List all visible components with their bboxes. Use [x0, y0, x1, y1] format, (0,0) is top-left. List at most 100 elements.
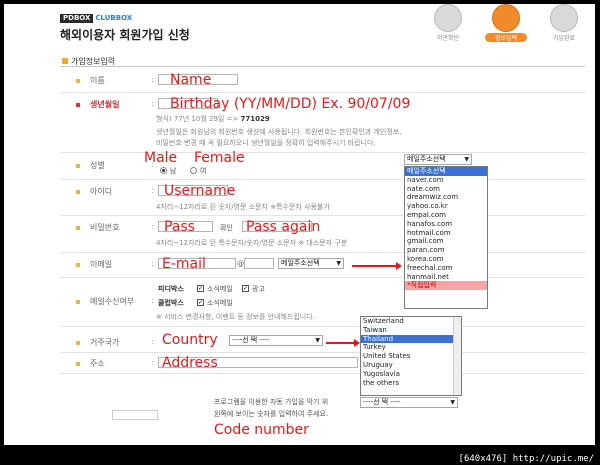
bullet-icon: [76, 190, 80, 194]
country_dropdown-option[interactable]: United States: [361, 352, 461, 361]
brand-logo: PDBOX CLUBBOX: [60, 14, 132, 23]
signup-steps: 약관확인 정보입력 가입완료: [427, 4, 592, 42]
pdbox-news-checkbox[interactable]: ✓: [197, 285, 204, 292]
email-domain-list[interactable]: 메일주소선택 naver.com nate.com dreamwiz.com yahoo…: [404, 166, 488, 309]
female-annotation: Female: [194, 150, 245, 166]
chevron-down-icon: ▼: [336, 260, 341, 267]
id-annotation: Username: [164, 183, 236, 199]
birthday-note-2: 비밀번호 변경 때 꼭 필요하오니 생년월일을 정확히 입력해주시기 바랍니다.: [156, 139, 376, 147]
email_dropdown-option[interactable]: freechal.com: [405, 264, 487, 273]
mail-receive-note: ※ 서비스 변경사항, 이벤트 등 정보를 안내해드립니다.: [156, 313, 315, 321]
country_dropdown-option[interactable]: Thailand: [361, 334, 461, 344]
birthday-note-1: 생년월일은 회원님의 회원번호 생성에 사용됩니다. 회원번호는 본인확인과 개…: [156, 128, 402, 136]
clubbox-mail-name: 클럽박스: [158, 299, 184, 307]
name-label: 이름: [90, 76, 105, 85]
page-title: 해외이용자 회원가입 신청: [60, 28, 190, 42]
email_dropdown-option[interactable]: hotmail.com: [405, 229, 487, 238]
password-confirm-annotation: Pass again: [246, 219, 321, 235]
email-annotation: E-mail: [162, 256, 206, 272]
step-terms: 약관확인: [427, 4, 469, 42]
image-host-footer: [640x476] http://upic.me/: [458, 454, 594, 464]
email_dropdown-option[interactable]: naver.com: [405, 176, 487, 185]
male-radio[interactable]: [160, 167, 167, 174]
pdbox-mail-name: 피디박스: [158, 285, 184, 293]
arrow-annotation: [352, 262, 402, 270]
password-annotation: Pass: [164, 219, 195, 235]
captcha-image: [112, 410, 158, 420]
email_dropdown-option[interactable]: hanafos.com: [405, 220, 487, 229]
clubbox-news-label: 소식메일: [207, 299, 233, 307]
code-note-2: 왼쪽에 보이는 숫자를 입력하여 주세요.: [214, 410, 329, 418]
step-info: 정보입력: [485, 4, 527, 42]
clubbox-logo: CLUBBOX: [95, 14, 133, 22]
scrollbar[interactable]: [453, 317, 461, 395]
email_dropdown-option[interactable]: paran.com: [405, 246, 487, 255]
country_dropdown-option[interactable]: the others: [361, 379, 461, 388]
birthday-annotation: Birthday (YY/MM/DD) Ex. 90/07/09: [170, 96, 411, 112]
country_dropdown-option[interactable]: Taiwan: [361, 326, 461, 335]
pdbox-ad-label: 광고: [252, 285, 265, 293]
chevron-down-icon: ▼: [464, 156, 469, 163]
bullet-icon: [76, 300, 80, 304]
arrow-annotation: [326, 339, 360, 347]
address-label: 주소: [90, 359, 105, 368]
code-note-1: 프로그램을 이용한 자동 가입을 막기 위: [214, 398, 329, 406]
code-annotation: Code number: [214, 422, 309, 438]
section-bullet-icon: [62, 58, 68, 64]
id-label: 아이디: [90, 187, 113, 196]
code-select[interactable]: ----선 택 ---- ▼: [360, 397, 458, 408]
email_dropdown-option[interactable]: korea.com: [405, 255, 487, 264]
document-icon: [434, 4, 462, 32]
email_dropdown-option[interactable]: empal.com: [405, 211, 487, 220]
male-annotation: Male: [144, 150, 178, 166]
email-label: 이메일: [90, 260, 113, 269]
country_dropdown-option[interactable]: Turkey: [361, 343, 461, 352]
birthday-format-hint: 형식) 77년 10월 29일 => 771029: [156, 115, 270, 123]
male-option-label: 남: [170, 167, 177, 175]
pdbox-news-label: 소식메일: [207, 285, 233, 293]
mail-receive-label: 메일수신여부: [90, 297, 135, 306]
step-complete: 가입완료: [543, 4, 585, 42]
id-hint: 4자리~12자리로 된 숫자/영문 소문자 ※특수문자 사용불가: [156, 203, 330, 211]
bullet-icon: [76, 263, 80, 267]
country-label: 거주국가: [90, 338, 120, 347]
email_dropdown-option[interactable]: dreamwiz.com: [405, 193, 487, 202]
address-annotation: Address: [162, 355, 218, 371]
bullet-icon: [76, 164, 80, 168]
gender-label: 성별: [90, 161, 105, 170]
country_dropdown-option[interactable]: Yugoslavia: [361, 370, 461, 379]
edit-icon: [492, 4, 520, 32]
email_dropdown-option[interactable]: 메일주소선택: [405, 167, 487, 176]
email_dropdown-option[interactable]: *직접입력: [405, 281, 487, 291]
country_dropdown-option[interactable]: Switzerland: [361, 317, 461, 326]
chevron-down-icon: ▼: [315, 337, 320, 344]
country_dropdown-option[interactable]: Uruguay: [361, 361, 461, 370]
signup-page: PDBOX CLUBBOX 해외이용자 회원가입 신청 약관확인 정보입력 가입…: [4, 4, 595, 445]
password-label: 비밀번호: [90, 223, 120, 232]
bullet-icon: [76, 226, 80, 230]
chevron-down-icon: ▼: [450, 399, 455, 406]
email_dropdown-option[interactable]: yahoo.co.kr: [405, 202, 487, 211]
email-dropdown-header[interactable]: 메일주소선택 ▼: [404, 154, 472, 165]
country-list[interactable]: Switzerland Taiwan Thailand Turkey United St…: [360, 316, 462, 396]
name-annotation: Name: [170, 72, 212, 88]
email-domain-select[interactable]: 메일주소선택 ▼: [278, 258, 344, 269]
bullet-icon: [76, 103, 80, 107]
female-radio[interactable]: [190, 167, 197, 174]
email_dropdown-option[interactable]: gmail.com: [405, 237, 487, 246]
birthday-label: 생년월일: [90, 100, 120, 109]
email-at: @: [237, 260, 244, 268]
pdbox-ad-checkbox[interactable]: ✓: [242, 285, 249, 292]
clubbox-news-checkbox[interactable]: ✓: [197, 299, 204, 306]
bullet-icon: [76, 341, 80, 345]
check-icon: [550, 4, 578, 32]
divider: [60, 66, 585, 67]
country-select[interactable]: ----선 택 ---- ▼: [229, 335, 323, 346]
pdbox-logo: PDBOX: [60, 14, 94, 23]
email-domain-input[interactable]: [244, 258, 274, 269]
country-annotation: Country: [162, 332, 218, 348]
female-option-label: 여: [200, 167, 207, 175]
email_dropdown-option[interactable]: nate.com: [405, 185, 487, 194]
password-confirm-label: 확인: [220, 224, 233, 232]
bullet-icon: [76, 79, 80, 83]
